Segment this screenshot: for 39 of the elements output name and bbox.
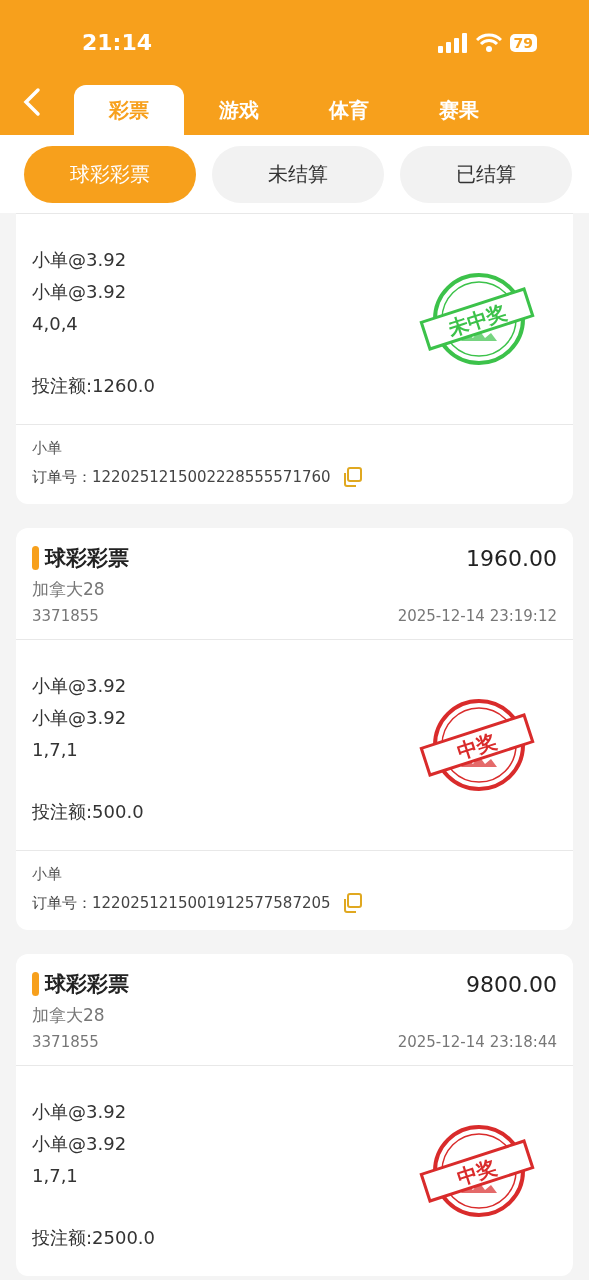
bet-pick: 小单@3.92 [32,706,127,730]
game-name: 加拿大28 [32,1004,106,1027]
bet-pick: 4,0,4 [32,312,78,336]
bet-pick: 小单@3.92 [32,674,127,698]
title-accent [32,546,39,570]
stake-amount: 投注额:2500.0 [32,1226,156,1250]
play-type: 小单 [32,439,63,458]
order-time: 2025-12-14 23:18:44 [397,1033,557,1051]
order-number: 订单号：1220251215001912577587205 [32,893,331,913]
filter-tab[interactable]: 已结算 [400,146,572,203]
stake-amount: 投注额:500.0 [32,800,144,824]
order-title: 球彩彩票 [45,545,129,572]
order-number: 订单号：1220251215002228555571760 [32,467,331,487]
play-type: 小单 [32,865,63,884]
order-title: 球彩彩票 [45,971,129,998]
filter-tab[interactable]: 未结算 [212,146,384,203]
status-time: 21:14 [82,30,153,55]
bet-pick: 小单@3.92 [32,280,127,304]
bet-pick: 小单@3.92 [32,248,127,272]
category-tab[interactable]: 体育 [294,85,404,135]
filter-tab[interactable]: 球彩彩票 [24,146,196,203]
order-amount: 1960.00 [466,545,557,571]
issue-number: 3371855 [32,1033,99,1051]
order-time: 2025-12-14 23:19:12 [397,607,557,625]
issue-number: 3371855 [32,607,99,625]
title-accent [32,972,39,996]
battery-level: 79 [509,33,537,52]
bet-pick: 小单@3.92 [32,1132,127,1156]
stake-amount: 投注额:1260.0 [32,374,156,398]
order-amount: 9800.00 [466,971,557,997]
category-tab[interactable]: 赛果 [404,85,514,135]
bet-pick: 1,7,1 [32,1164,78,1188]
bet-pick: 1,7,1 [32,738,78,762]
category-tab[interactable]: 彩票 [74,85,184,135]
signal-icon [437,32,468,53]
game-name: 加拿大28 [32,578,106,601]
bet-pick: 小单@3.92 [32,1100,127,1124]
wifi-icon [475,32,502,53]
category-tab[interactable]: 游戏 [184,85,294,135]
